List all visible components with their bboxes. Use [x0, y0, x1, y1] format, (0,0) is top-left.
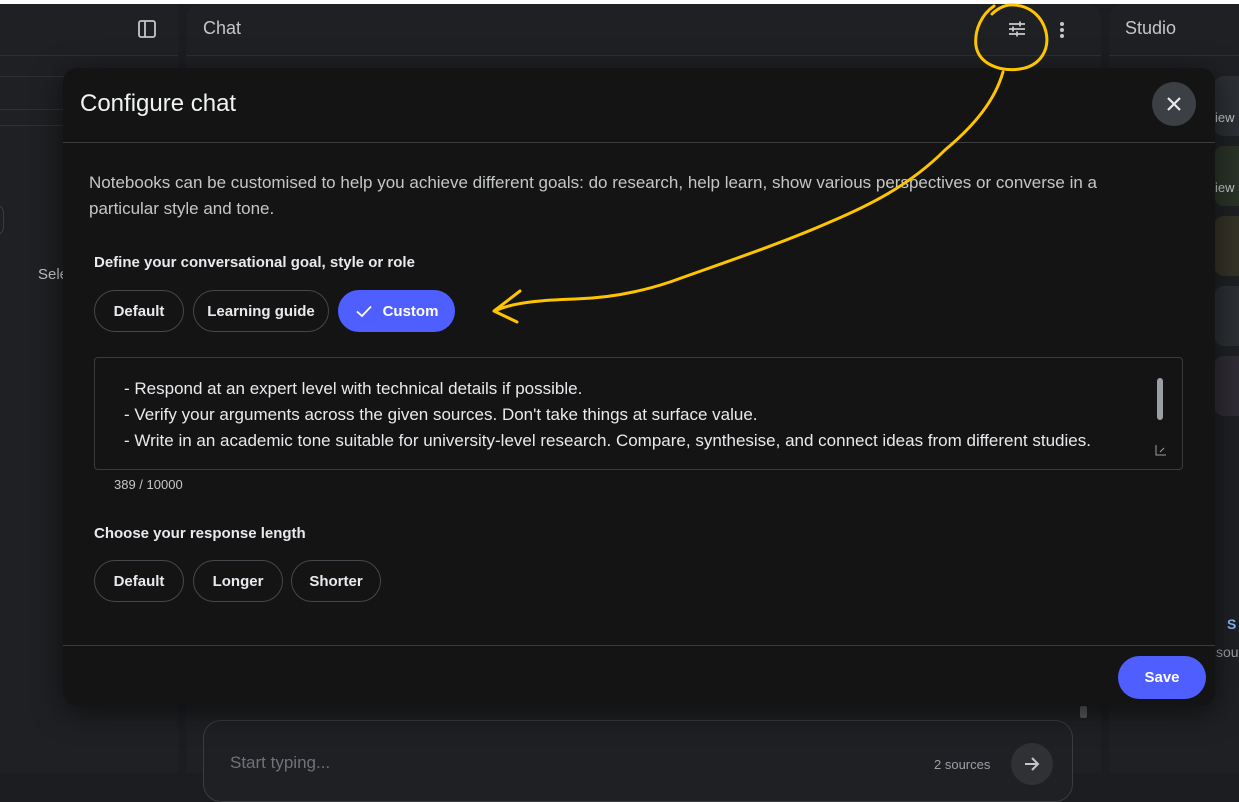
length-option-shorter[interactable]: Shorter: [291, 560, 381, 602]
source-count: 2 sources: [934, 757, 991, 772]
chat-scrollbar[interactable]: [1080, 706, 1087, 718]
length-option-longer[interactable]: Longer: [193, 560, 283, 602]
studio-card[interactable]: [1214, 286, 1239, 346]
prompt-line: - Verify your arguments across the given…: [124, 405, 758, 424]
tune-icon[interactable]: [1004, 16, 1030, 42]
chat-panel-header: [186, 4, 1101, 56]
close-button[interactable]: [1152, 82, 1196, 126]
resize-grip-icon[interactable]: [1155, 443, 1167, 456]
custom-prompt-textarea[interactable]: - Respond at an expert level with techni…: [94, 357, 1183, 470]
chat-input-placeholder[interactable]: Start typing...: [230, 753, 330, 773]
length-section-label: Choose your response length: [94, 525, 306, 542]
studio-card[interactable]: [1214, 356, 1239, 416]
studio-card[interactable]: [1214, 216, 1239, 276]
chat-title: Chat: [203, 18, 242, 38]
studio-card-text: iew: [1215, 180, 1235, 195]
goal-section-label: Define your conversational goal, style o…: [94, 254, 415, 271]
studio-card[interactable]: [1214, 76, 1239, 136]
prompt-line: - Respond at an expert level with techni…: [124, 379, 583, 398]
prompt-line: - Write in an academic tone suitable for…: [124, 431, 1091, 450]
dialog-divider: [63, 142, 1215, 143]
studio-link-text[interactable]: S: [1227, 616, 1236, 632]
close-icon: [1167, 97, 1181, 111]
goal-option-default[interactable]: Default: [94, 290, 184, 332]
goal-option-custom[interactable]: Custom: [338, 290, 455, 332]
character-counter: 389 / 10000: [114, 477, 183, 492]
dialog-footer-divider: [63, 645, 1215, 646]
studio-card[interactable]: [1214, 146, 1239, 206]
length-option-default[interactable]: Default: [94, 560, 184, 602]
send-arrow-icon: [1025, 757, 1040, 771]
more-vert-icon[interactable]: [1052, 18, 1072, 42]
studio-title: Studio: [1125, 18, 1177, 38]
goal-option-learning-guide[interactable]: Learning guide: [193, 290, 329, 332]
sources-panel-pill[interactable]: [0, 204, 4, 236]
textarea-scrollbar[interactable]: [1157, 378, 1163, 420]
panel-toggle-icon[interactable]: [136, 18, 158, 40]
studio-card-text: iew: [1215, 110, 1235, 125]
chat-composer[interactable]: Start typing... 2 sources: [203, 720, 1073, 802]
send-button[interactable]: [1011, 743, 1053, 785]
dialog-description: Notebooks can be customised to help you …: [89, 173, 1097, 218]
check-icon: [355, 302, 373, 320]
dialog-title: Configure chat: [80, 90, 237, 117]
configure-chat-dialog: Configure chat Notebooks can be customis…: [63, 68, 1215, 706]
studio-sources-text: sou: [1216, 644, 1239, 660]
save-button[interactable]: Save: [1118, 656, 1206, 699]
